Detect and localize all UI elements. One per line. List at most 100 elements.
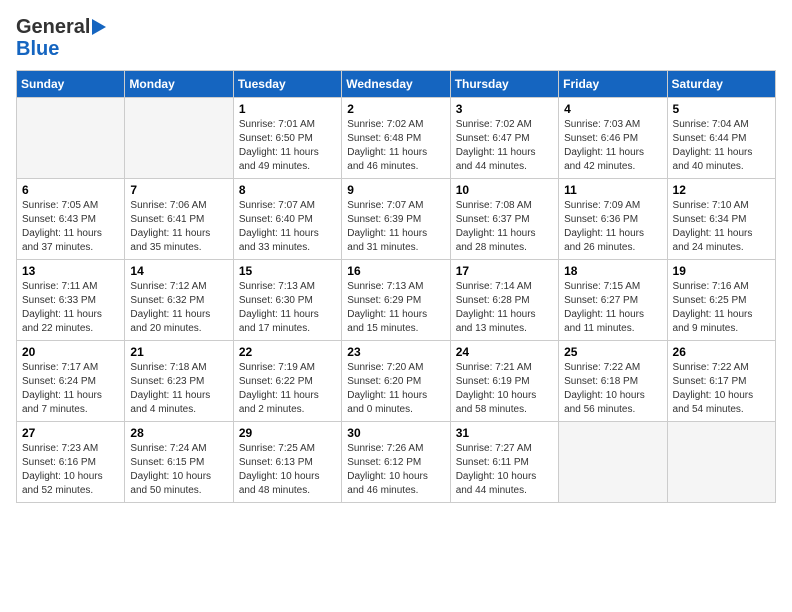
day-info: Sunrise: 7:06 AM Sunset: 6:41 PM Dayligh… xyxy=(130,199,227,255)
day-cell: 3 Sunrise: 7:02 AM Sunset: 6:47 PM Daylig… xyxy=(450,98,558,179)
logo-general: General xyxy=(16,16,90,38)
day-info: Sunrise: 7:01 AM Sunset: 6:50 PM Dayligh… xyxy=(239,118,336,174)
weekday-header-tuesday: Tuesday xyxy=(233,71,341,98)
day-cell: 12 Sunrise: 7:10 AM Sunset: 6:34 PM Dayli… xyxy=(667,179,775,260)
day-number: 6 xyxy=(22,183,119,197)
day-cell: 10Sunrise: 7:08 AM Sunset: 6:37 PM Dayli… xyxy=(450,179,558,260)
day-info: Sunrise: 7:25 AM Sunset: 6:13 PM Dayligh… xyxy=(239,442,336,498)
day-info: Sunrise: 7:18 AM Sunset: 6:23 PM Dayligh… xyxy=(130,361,227,417)
day-cell: 16 Sunrise: 7:13 AM Sunset: 6:29 PM Dayli… xyxy=(342,260,450,341)
day-info: Sunrise: 7:03 AM Sunset: 6:46 PM Dayligh… xyxy=(564,118,661,174)
day-cell: 5 Sunrise: 7:04 AM Sunset: 6:44 PM Daylig… xyxy=(667,98,775,179)
day-info: Sunrise: 7:16 AM Sunset: 6:25 PM Dayligh… xyxy=(673,280,770,336)
day-number: 29 xyxy=(239,426,336,440)
day-info: Sunrise: 7:07 AM Sunset: 6:39 PM Dayligh… xyxy=(347,199,444,255)
day-number: 30 xyxy=(347,426,444,440)
weekday-header-sunday: Sunday xyxy=(17,71,125,98)
day-info: Sunrise: 7:10 AM Sunset: 6:34 PM Dayligh… xyxy=(673,199,770,255)
day-info: Sunrise: 7:22 AM Sunset: 6:18 PM Dayligh… xyxy=(564,361,661,417)
logo: General Blue xyxy=(16,16,106,60)
day-number: 15 xyxy=(239,264,336,278)
day-cell: 2Sunrise: 7:02 AM Sunset: 6:48 PM Daylig… xyxy=(342,98,450,179)
logo-arrow-icon xyxy=(92,19,106,35)
day-info: Sunrise: 7:15 AM Sunset: 6:27 PM Dayligh… xyxy=(564,280,661,336)
day-number: 3 xyxy=(456,102,553,116)
day-number: 22 xyxy=(239,345,336,359)
day-number: 12 xyxy=(673,183,770,197)
day-number: 23 xyxy=(347,345,444,359)
day-cell: 13Sunrise: 7:11 AM Sunset: 6:33 PM Dayli… xyxy=(17,260,125,341)
day-info: Sunrise: 7:04 AM Sunset: 6:44 PM Dayligh… xyxy=(673,118,770,174)
day-cell: 21 Sunrise: 7:18 AM Sunset: 6:23 PM Dayli… xyxy=(125,341,233,422)
day-info: Sunrise: 7:21 AM Sunset: 6:19 PM Dayligh… xyxy=(456,361,553,417)
week-row-2: 6 Sunrise: 7:05 AM Sunset: 6:43 PM Daylig… xyxy=(17,179,776,260)
day-info: Sunrise: 7:20 AM Sunset: 6:20 PM Dayligh… xyxy=(347,361,444,417)
day-cell: 23 Sunrise: 7:20 AM Sunset: 6:20 PM Dayli… xyxy=(342,341,450,422)
day-number: 28 xyxy=(130,426,227,440)
weekday-header-friday: Friday xyxy=(559,71,667,98)
day-number: 4 xyxy=(564,102,661,116)
day-cell xyxy=(17,98,125,179)
weekday-header-wednesday: Wednesday xyxy=(342,71,450,98)
day-info: Sunrise: 7:07 AM Sunset: 6:40 PM Dayligh… xyxy=(239,199,336,255)
week-row-3: 13Sunrise: 7:11 AM Sunset: 6:33 PM Dayli… xyxy=(17,260,776,341)
day-number: 19 xyxy=(673,264,770,278)
day-number: 8 xyxy=(239,183,336,197)
day-cell: 17 Sunrise: 7:14 AM Sunset: 6:28 PM Dayli… xyxy=(450,260,558,341)
day-number: 17 xyxy=(456,264,553,278)
day-info: Sunrise: 7:02 AM Sunset: 6:47 PM Dayligh… xyxy=(456,118,553,174)
day-cell: 1 Sunrise: 7:01 AM Sunset: 6:50 PM Daylig… xyxy=(233,98,341,179)
day-cell: 30Sunrise: 7:26 AM Sunset: 6:12 PM Dayli… xyxy=(342,422,450,503)
week-row-1: 1 Sunrise: 7:01 AM Sunset: 6:50 PM Daylig… xyxy=(17,98,776,179)
day-number: 20 xyxy=(22,345,119,359)
day-cell: 18 Sunrise: 7:15 AM Sunset: 6:27 PM Dayli… xyxy=(559,260,667,341)
day-cell: 9 Sunrise: 7:07 AM Sunset: 6:39 PM Daylig… xyxy=(342,179,450,260)
day-number: 31 xyxy=(456,426,553,440)
day-cell: 25 Sunrise: 7:22 AM Sunset: 6:18 PM Dayli… xyxy=(559,341,667,422)
weekday-header-thursday: Thursday xyxy=(450,71,558,98)
day-info: Sunrise: 7:23 AM Sunset: 6:16 PM Dayligh… xyxy=(22,442,119,498)
day-cell: 24 Sunrise: 7:21 AM Sunset: 6:19 PM Dayli… xyxy=(450,341,558,422)
day-info: Sunrise: 7:13 AM Sunset: 6:29 PM Dayligh… xyxy=(347,280,444,336)
day-number: 11 xyxy=(564,183,661,197)
day-info: Sunrise: 7:17 AM Sunset: 6:24 PM Dayligh… xyxy=(22,361,119,417)
day-number: 14 xyxy=(130,264,227,278)
day-cell: 20 Sunrise: 7:17 AM Sunset: 6:24 PM Dayli… xyxy=(17,341,125,422)
logo-blue: Blue xyxy=(16,38,59,60)
day-cell: 8 Sunrise: 7:07 AM Sunset: 6:40 PM Daylig… xyxy=(233,179,341,260)
week-row-4: 20 Sunrise: 7:17 AM Sunset: 6:24 PM Dayli… xyxy=(17,341,776,422)
day-number: 5 xyxy=(673,102,770,116)
day-number: 16 xyxy=(347,264,444,278)
weekday-header-saturday: Saturday xyxy=(667,71,775,98)
day-number: 21 xyxy=(130,345,227,359)
day-cell: 22Sunrise: 7:19 AM Sunset: 6:22 PM Dayli… xyxy=(233,341,341,422)
day-info: Sunrise: 7:12 AM Sunset: 6:32 PM Dayligh… xyxy=(130,280,227,336)
day-cell xyxy=(667,422,775,503)
day-cell: 4 Sunrise: 7:03 AM Sunset: 6:46 PM Daylig… xyxy=(559,98,667,179)
day-number: 25 xyxy=(564,345,661,359)
day-number: 2 xyxy=(347,102,444,116)
day-cell: 27Sunrise: 7:23 AM Sunset: 6:16 PM Dayli… xyxy=(17,422,125,503)
day-cell: 28Sunrise: 7:24 AM Sunset: 6:15 PM Dayli… xyxy=(125,422,233,503)
day-cell: 31Sunrise: 7:27 AM Sunset: 6:11 PM Dayli… xyxy=(450,422,558,503)
day-info: Sunrise: 7:22 AM Sunset: 6:17 PM Dayligh… xyxy=(673,361,770,417)
calendar: SundayMondayTuesdayWednesdayThursdayFrid… xyxy=(16,70,776,503)
day-cell: 19 Sunrise: 7:16 AM Sunset: 6:25 PM Dayli… xyxy=(667,260,775,341)
day-number: 24 xyxy=(456,345,553,359)
header: General Blue xyxy=(16,16,776,60)
day-info: Sunrise: 7:05 AM Sunset: 6:43 PM Dayligh… xyxy=(22,199,119,255)
day-info: Sunrise: 7:14 AM Sunset: 6:28 PM Dayligh… xyxy=(456,280,553,336)
weekday-header-row: SundayMondayTuesdayWednesdayThursdayFrid… xyxy=(17,71,776,98)
day-number: 18 xyxy=(564,264,661,278)
week-row-5: 27Sunrise: 7:23 AM Sunset: 6:16 PM Dayli… xyxy=(17,422,776,503)
day-cell: 14 Sunrise: 7:12 AM Sunset: 6:32 PM Dayli… xyxy=(125,260,233,341)
day-number: 26 xyxy=(673,345,770,359)
weekday-header-monday: Monday xyxy=(125,71,233,98)
day-info: Sunrise: 7:13 AM Sunset: 6:30 PM Dayligh… xyxy=(239,280,336,336)
day-info: Sunrise: 7:11 AM Sunset: 6:33 PM Dayligh… xyxy=(22,280,119,336)
day-info: Sunrise: 7:08 AM Sunset: 6:37 PM Dayligh… xyxy=(456,199,553,255)
day-cell: 26 Sunrise: 7:22 AM Sunset: 6:17 PM Dayli… xyxy=(667,341,775,422)
day-cell xyxy=(125,98,233,179)
day-number: 1 xyxy=(239,102,336,116)
day-number: 9 xyxy=(347,183,444,197)
